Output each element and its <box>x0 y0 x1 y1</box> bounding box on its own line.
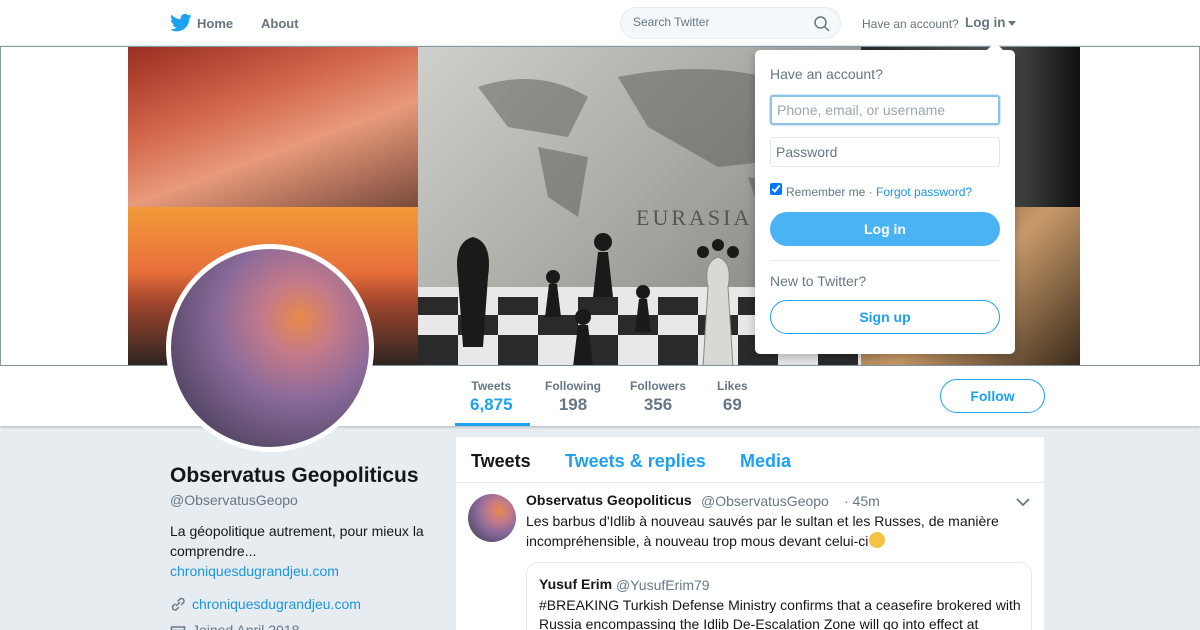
divider <box>770 260 1000 261</box>
stat-tweets[interactable]: Tweets 6,875 <box>470 379 513 415</box>
login-dropdown-title: Have an account? <box>770 66 883 82</box>
stat-value: 356 <box>643 395 673 414</box>
caret-down-icon[interactable] <box>1008 21 1016 26</box>
tweet-text-content: Les barbus d'Idlib à nouveau sauvés par … <box>526 513 999 549</box>
top-navigation: Home About Have an account? Log in <box>0 0 1200 46</box>
login-dropdown: Have an account? Remember me · Forgot pa… <box>755 42 1015 354</box>
quoted-tweet[interactable]: Yusuf Erim @YusufErim79 #BREAKING Turkis… <box>526 562 1032 630</box>
follow-button[interactable]: Follow <box>940 379 1045 413</box>
quoted-author-name: Yusuf Erim <box>539 576 613 592</box>
stat-value: 69 <box>722 395 742 414</box>
dropdown-arrow <box>987 42 1003 50</box>
tweet-text: Les barbus d'Idlib à nouveau sauvés par … <box>526 511 1026 551</box>
twitter-bird-icon[interactable] <box>170 13 192 33</box>
username-field[interactable] <box>770 95 1000 125</box>
stat-label: Tweets <box>471 379 512 393</box>
profile-url[interactable]: chroniquesdugrandjeu.com <box>192 596 361 612</box>
profile-bio: La géopolitique autrement, pour mieux la… <box>170 523 424 559</box>
signup-button[interactable]: Sign up <box>770 300 1000 334</box>
remember-me-checkbox[interactable] <box>770 183 782 195</box>
search-box[interactable] <box>620 7 841 39</box>
tweet-timestamp[interactable]: · 45m <box>844 493 880 509</box>
stat-followers[interactable]: Followers 356 <box>630 379 686 415</box>
profile-name[interactable]: Observatus Geopoliticus <box>170 464 419 488</box>
stat-following[interactable]: Following 198 <box>545 379 601 415</box>
quoted-author-handle: @YusufErim79 <box>616 577 710 593</box>
quoted-tweet-text: #BREAKING Turkish Defense Ministry confi… <box>539 597 1021 630</box>
login-button[interactable]: Log in <box>770 212 1000 246</box>
thinking-face-emoji-icon <box>869 532 886 548</box>
joined-date: Joined April 2018 <box>192 622 300 630</box>
password-field[interactable] <box>770 137 1000 167</box>
timeline: Tweets Tweets & replies Media Observatus… <box>456 437 1044 630</box>
link-icon <box>171 597 185 611</box>
have-account-text: Have an account? <box>862 17 959 31</box>
tab-tweets[interactable]: Tweets <box>471 451 531 472</box>
timeline-tabs: Tweets Tweets & replies Media <box>456 437 1044 483</box>
banner-war-scene <box>128 47 418 207</box>
login-menu-button[interactable]: Log in <box>965 15 1006 30</box>
profile-avatar[interactable] <box>166 244 374 452</box>
new-to-twitter-text: New to Twitter? <box>770 273 867 289</box>
search-icon[interactable] <box>814 16 830 32</box>
banner-eurasia-text: EURASIA <box>636 205 753 230</box>
chevron-down-icon[interactable] <box>1016 497 1030 507</box>
tab-media[interactable]: Media <box>740 451 791 472</box>
tweet-author-handle[interactable]: @ObservatusGeopo <box>701 493 829 509</box>
stat-likes[interactable]: Likes 69 <box>717 379 748 415</box>
stat-value: 6,875 <box>470 395 513 414</box>
stat-label: Likes <box>717 379 748 393</box>
tab-tweets-replies[interactable]: Tweets & replies <box>565 451 706 472</box>
remember-me-label[interactable]: Remember me · <box>786 185 873 199</box>
active-stat-underline <box>455 423 530 426</box>
bio-link[interactable]: chroniquesdugrandjeu.com <box>170 563 339 579</box>
profile-handle[interactable]: @ObservatusGeopo <box>170 492 298 508</box>
stat-value: 198 <box>558 395 588 414</box>
tweet-avatar[interactable] <box>468 494 516 542</box>
stat-label: Followers <box>630 379 687 393</box>
calendar-icon <box>170 626 186 630</box>
search-input[interactable] <box>633 15 808 29</box>
stat-label: Following <box>545 379 601 393</box>
nav-home-link[interactable]: Home <box>197 16 233 31</box>
forgot-password-link[interactable]: Forgot password? <box>876 185 972 199</box>
nav-about-link[interactable]: About <box>261 16 299 31</box>
tweet-author-name[interactable]: Observatus Geopoliticus <box>526 492 692 508</box>
